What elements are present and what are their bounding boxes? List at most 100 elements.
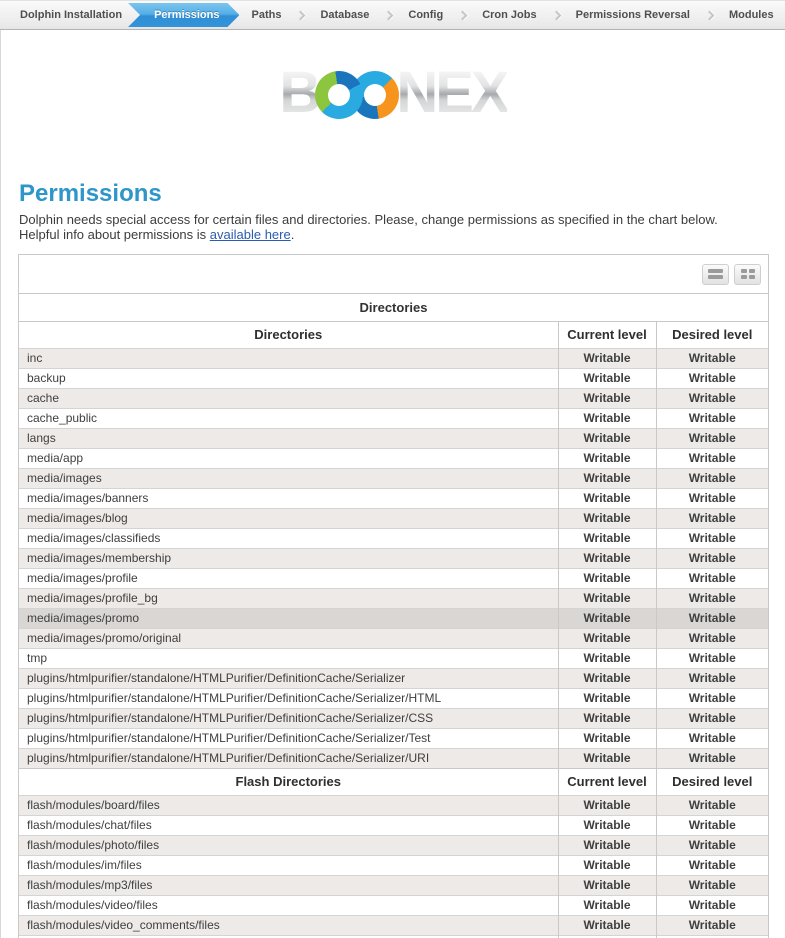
tab-config[interactable]: Config — [396, 1, 455, 29]
desired-level-cell: Writable — [656, 428, 768, 448]
current-level-cell: Writable — [558, 548, 656, 568]
table-row: flash/modules/chat/filesWritableWritable — [19, 815, 768, 835]
table-row: flash/modules/photo/filesWritableWritabl… — [19, 835, 768, 855]
table-row: flash/modules/mp3/filesWritableWritable — [19, 875, 768, 895]
current-level-cell: Writable — [558, 388, 656, 408]
current-level-cell: Writable — [558, 468, 656, 488]
desired-level-cell: Writable — [656, 748, 768, 768]
table-toolbar — [19, 255, 768, 294]
directory-name-cell: media/images/profile_bg — [19, 588, 558, 608]
current-level-cell: Writable — [558, 915, 656, 935]
current-level-cell: Writable — [558, 528, 656, 548]
desired-level-cell: Writable — [656, 855, 768, 875]
table-row: cacheWritableWritable — [19, 388, 768, 408]
tab-permissions[interactable]: Permissions — [128, 3, 239, 27]
desired-level-cell: Writable — [656, 568, 768, 588]
grid-view-button[interactable] — [734, 264, 761, 285]
section-header-row: DirectoriesCurrent levelDesired level — [19, 321, 768, 348]
table-row: plugins/htmlpurifier/standalone/HTMLPuri… — [19, 668, 768, 688]
tab-modules[interactable]: Modules — [717, 1, 785, 29]
table-row: media/images/profileWritableWritable — [19, 568, 768, 588]
desired-level-cell: Writable — [656, 468, 768, 488]
directory-name-cell: plugins/htmlpurifier/standalone/HTMLPuri… — [19, 748, 558, 768]
desired-level-cell: Writable — [656, 708, 768, 728]
description-line: Dolphin needs special access for certain… — [19, 212, 718, 227]
column-header: Current level — [558, 768, 656, 795]
directory-name-cell: cache — [19, 388, 558, 408]
table-row: plugins/htmlpurifier/standalone/HTMLPuri… — [19, 748, 768, 768]
available-here-link[interactable]: available here — [210, 227, 291, 242]
help-text-prefix: Helpful info about permissions is — [19, 227, 210, 242]
chevron-separator-icon — [296, 10, 306, 20]
directory-name-cell: media/images/banners — [19, 488, 558, 508]
directory-name-cell: media/images/blog — [19, 508, 558, 528]
table-row: flash/modules/board/filesWritableWritabl… — [19, 795, 768, 815]
current-level-cell: Writable — [558, 588, 656, 608]
table-caption-row: Directories — [19, 294, 768, 321]
desired-level-cell: Writable — [656, 648, 768, 668]
desired-level-cell: Writable — [656, 588, 768, 608]
current-level-cell: Writable — [558, 628, 656, 648]
table-row: plugins/htmlpurifier/standalone/HTMLPuri… — [19, 708, 768, 728]
desired-level-cell: Writable — [656, 488, 768, 508]
current-level-cell: Writable — [558, 368, 656, 388]
tab-database[interactable]: Database — [308, 1, 381, 29]
table-caption: Directories — [19, 294, 768, 321]
permissions-table: DirectoriesDirectoriesCurrent levelDesir… — [18, 254, 769, 938]
chevron-separator-icon — [551, 10, 561, 20]
directory-name-cell: inc — [19, 348, 558, 368]
table-row: flash/modules/im/filesWritableWritable — [19, 855, 768, 875]
boonex-logo: B NEX — [1, 58, 785, 128]
section-header-row: Flash DirectoriesCurrent levelDesired le… — [19, 768, 768, 795]
desired-level-cell: Writable — [656, 448, 768, 468]
directory-name-cell: media/images/promo/original — [19, 628, 558, 648]
tab-permissions-reversal[interactable]: Permissions Reversal — [564, 1, 702, 29]
directory-name-cell: flash/modules/chat/files — [19, 815, 558, 835]
tab-paths[interactable]: Paths — [239, 1, 293, 29]
desired-level-cell: Writable — [656, 548, 768, 568]
current-level-cell: Writable — [558, 488, 656, 508]
table-row: langsWritableWritable — [19, 428, 768, 448]
page-content: B NEX Permissions Dolphin needs special … — [0, 30, 785, 938]
boonex-o-left-icon — [315, 71, 363, 119]
directory-name-cell: flash/modules/board/files — [19, 795, 558, 815]
current-level-cell: Writable — [558, 728, 656, 748]
current-level-cell: Writable — [558, 815, 656, 835]
directory-name-cell: flash/modules/video/files — [19, 895, 558, 915]
page-description: Dolphin needs special access for certain… — [19, 212, 767, 242]
directory-name-cell: backup — [19, 368, 558, 388]
directory-name-cell: langs — [19, 428, 558, 448]
directory-name-cell: media/images/membership — [19, 548, 558, 568]
current-level-cell: Writable — [558, 855, 656, 875]
chevron-separator-icon — [458, 10, 468, 20]
table-row: plugins/htmlpurifier/standalone/HTMLPuri… — [19, 688, 768, 708]
current-level-cell: Writable — [558, 448, 656, 468]
directory-name-cell: plugins/htmlpurifier/standalone/HTMLPuri… — [19, 728, 558, 748]
directory-name-cell: media/images/profile — [19, 568, 558, 588]
grid-view-icon — [741, 269, 755, 273]
current-level-cell: Writable — [558, 668, 656, 688]
directory-name-cell: media/images/promo — [19, 608, 558, 628]
table-row: media/images/profile_bgWritableWritable — [19, 588, 768, 608]
tab-cron-jobs[interactable]: Cron Jobs — [470, 1, 548, 29]
table-row: media/images/blogWritableWritable — [19, 508, 768, 528]
logo-letters-nex: NEX — [396, 63, 506, 123]
desired-level-cell: Writable — [656, 608, 768, 628]
current-level-cell: Writable — [558, 608, 656, 628]
desired-level-cell: Writable — [656, 528, 768, 548]
table-row: backupWritableWritable — [19, 368, 768, 388]
list-view-button[interactable] — [702, 264, 729, 285]
directory-name-cell: flash/modules/mp3/files — [19, 875, 558, 895]
column-header: Desired level — [656, 321, 768, 348]
table-row: flash/modules/video_comments/filesWritab… — [19, 915, 768, 935]
table-row: plugins/htmlpurifier/standalone/HTMLPuri… — [19, 728, 768, 748]
directory-name-cell: plugins/htmlpurifier/standalone/HTMLPuri… — [19, 708, 558, 728]
directory-name-cell: cache_public — [19, 408, 558, 428]
table-row: media/appWritableWritable — [19, 448, 768, 468]
desired-level-cell: Writable — [656, 688, 768, 708]
column-header: Flash Directories — [19, 768, 558, 795]
table-row: media/imagesWritableWritable — [19, 468, 768, 488]
tab-dolphin-installation[interactable]: Dolphin Installation — [8, 1, 134, 29]
desired-level-cell: Writable — [656, 628, 768, 648]
current-level-cell: Writable — [558, 648, 656, 668]
